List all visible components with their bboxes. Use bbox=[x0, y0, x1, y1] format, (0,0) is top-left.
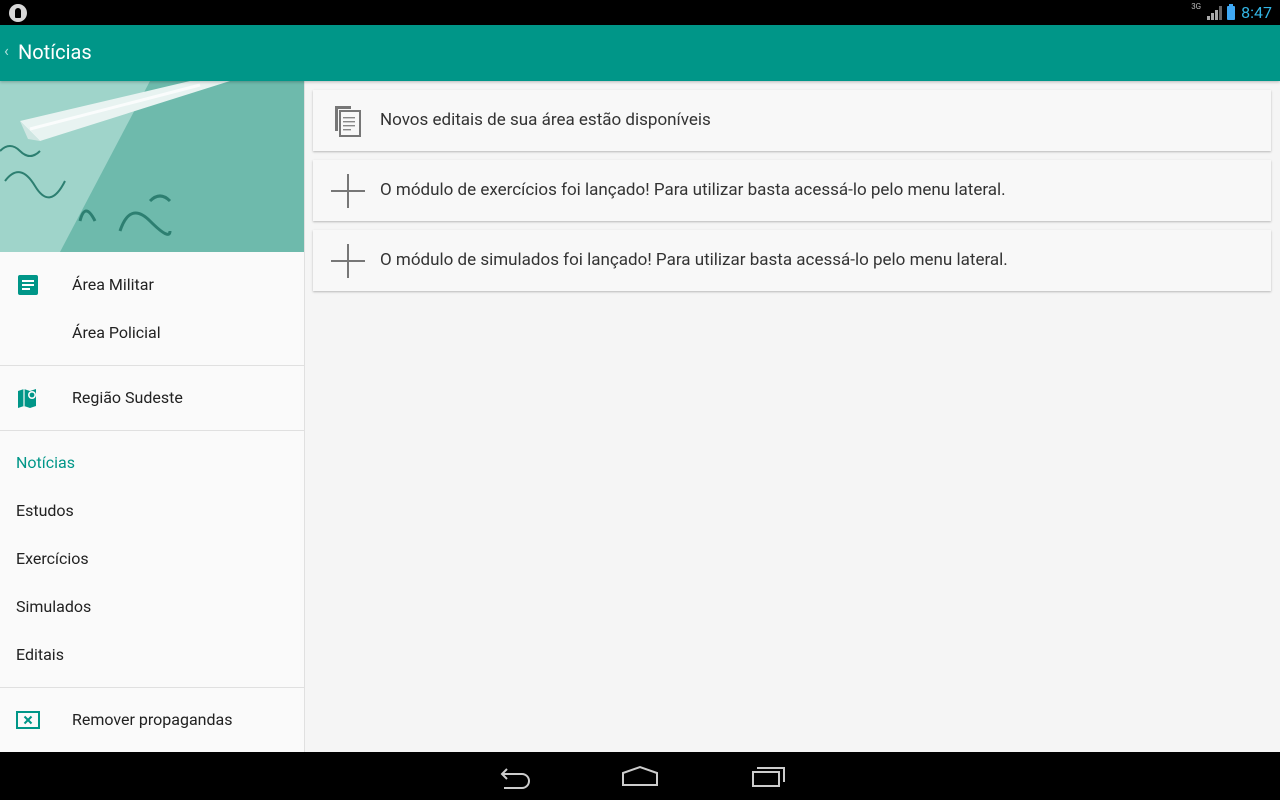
drawer-header-image bbox=[0, 81, 304, 252]
map-pin-icon bbox=[18, 389, 36, 408]
navigation-drawer: Área Militar Área Policial Região Sudest… bbox=[0, 81, 305, 752]
status-bar: 3G 8:47 bbox=[0, 0, 1280, 25]
divider bbox=[0, 430, 304, 431]
drawer-item-label: Exercícios bbox=[16, 549, 89, 568]
app-bar: ‹ Notícias bbox=[0, 25, 1280, 81]
news-list: Novos editais de sua área estão disponív… bbox=[305, 81, 1280, 752]
drawer-item-label: Remover propagandas bbox=[72, 710, 233, 729]
news-text: Novos editais de sua área estão disponív… bbox=[380, 110, 711, 130]
plus-icon bbox=[331, 174, 365, 208]
drawer-item-area-militar[interactable]: Área Militar bbox=[0, 261, 304, 309]
system-nav-bar bbox=[0, 752, 1280, 800]
drawer-item-label: Notícias bbox=[16, 453, 75, 472]
drawer-item-label: Simulados bbox=[16, 597, 92, 616]
battery-icon bbox=[1227, 3, 1236, 20]
drawer-item-regiao[interactable]: Região Sudeste bbox=[0, 374, 304, 422]
drawer-item-label: Estudos bbox=[16, 501, 74, 520]
drawer-item-label: Área Policial bbox=[72, 323, 161, 342]
drawer-item-label: Área Militar bbox=[72, 275, 154, 294]
back-chevron-icon[interactable]: ‹ bbox=[4, 41, 9, 60]
drawer-item-exercicios[interactable]: Exercícios bbox=[0, 535, 304, 583]
back-icon[interactable] bbox=[494, 762, 534, 790]
divider bbox=[0, 687, 304, 688]
drawer-item-noticias[interactable]: Notícias bbox=[0, 439, 304, 487]
network-type: 3G bbox=[1191, 2, 1202, 11]
drawer-item-remove-ads[interactable]: Remover propagandas bbox=[0, 696, 304, 744]
news-text: O módulo de exercícios foi lançado! Para… bbox=[380, 180, 1006, 200]
divider bbox=[0, 365, 304, 366]
drawer-item-editais[interactable]: Editais bbox=[0, 631, 304, 679]
drawer-item-area-policial[interactable]: Área Policial bbox=[0, 309, 304, 357]
status-right: 3G 8:47 bbox=[1191, 0, 1272, 25]
document-icon bbox=[18, 275, 38, 295]
news-card[interactable]: O módulo de simulados foi lançado! Para … bbox=[313, 230, 1271, 291]
page-title[interactable]: Notícias bbox=[18, 40, 92, 64]
plus-icon bbox=[331, 244, 365, 278]
drawer-item-label: Editais bbox=[16, 645, 64, 664]
news-text: O módulo de simulados foi lançado! Para … bbox=[380, 250, 1008, 270]
copy-document-icon bbox=[335, 106, 361, 137]
clock: 8:47 bbox=[1241, 3, 1272, 22]
recent-apps-icon[interactable] bbox=[748, 762, 788, 790]
news-card[interactable]: O módulo de exercícios foi lançado! Para… bbox=[313, 160, 1271, 221]
home-icon[interactable] bbox=[620, 762, 660, 790]
signal-icon bbox=[1207, 5, 1223, 20]
vpn-key-icon bbox=[9, 4, 27, 22]
news-card[interactable]: Novos editais de sua área estão disponív… bbox=[313, 90, 1271, 151]
close-box-icon bbox=[16, 711, 40, 729]
drawer-item-simulados[interactable]: Simulados bbox=[0, 583, 304, 631]
drawer-item-label: Região Sudeste bbox=[72, 388, 183, 407]
drawer-item-estudos[interactable]: Estudos bbox=[0, 487, 304, 535]
